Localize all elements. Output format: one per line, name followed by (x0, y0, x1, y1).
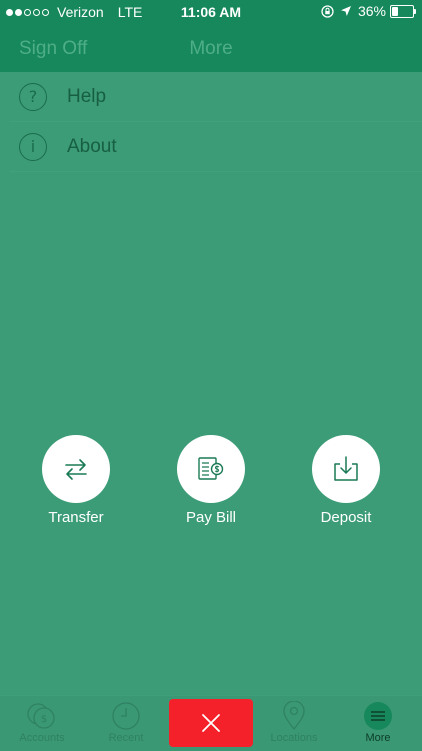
nav-bar: Sign Off More (0, 24, 422, 72)
tab-label: Locations (270, 732, 318, 744)
sign-off-button[interactable]: Sign Off (19, 38, 87, 60)
tab-more[interactable]: More (336, 696, 420, 751)
status-bar: Verizon LTE 11:06 AM 36% (0, 0, 422, 24)
pay-bill-button[interactable]: Pay Bill (151, 435, 271, 526)
tab-locations[interactable]: Locations (252, 696, 336, 751)
info-icon: i (19, 132, 47, 161)
location-arrow-icon (340, 6, 351, 16)
status-right: 36% (321, 3, 416, 19)
network-type: LTE (117, 4, 143, 20)
transfer-icon (65, 459, 87, 480)
tab-label: More (365, 732, 391, 744)
menu-item-about[interactable]: i About (10, 122, 422, 172)
transfer-button[interactable]: Transfer (16, 435, 136, 526)
tab-recent[interactable]: Recent (84, 696, 168, 751)
menu-item-label: About (67, 135, 117, 157)
menu-item-label: Help (67, 85, 107, 107)
transfer-circle[interactable] (42, 435, 110, 503)
status-left: Verizon LTE (6, 4, 142, 20)
deposit-icon (334, 456, 358, 481)
locations-icon (283, 701, 305, 731)
deposit-button[interactable]: Deposit (286, 435, 406, 526)
rotation-lock-icon (321, 4, 334, 18)
transfer-label: Transfer (48, 509, 104, 526)
carrier-name: Verizon (57, 4, 104, 20)
recent-icon (112, 702, 140, 730)
deposit-circle[interactable] (312, 435, 380, 503)
battery-percent: 36% (357, 3, 386, 19)
pay-bill-icon (198, 457, 224, 480)
pay-bill-circle[interactable] (177, 435, 245, 503)
battery-icon (390, 4, 416, 18)
menu-item-help[interactable]: ? Help (10, 72, 422, 122)
more-icon (364, 702, 392, 730)
accounts-icon: $ (27, 703, 55, 729)
pay-bill-label: Pay Bill (185, 509, 237, 526)
help-icon: ? (19, 82, 47, 111)
signal-strength-icon (6, 8, 51, 16)
close-icon (202, 714, 220, 732)
tab-accounts[interactable]: $ Accounts (0, 696, 84, 751)
svg-text:$: $ (41, 714, 47, 725)
more-menu-list: ? Help i About (0, 72, 422, 172)
tab-label: Accounts (19, 732, 65, 744)
close-button[interactable] (169, 699, 253, 747)
tab-label: Recent (108, 732, 144, 744)
deposit-label: Deposit (320, 509, 372, 526)
